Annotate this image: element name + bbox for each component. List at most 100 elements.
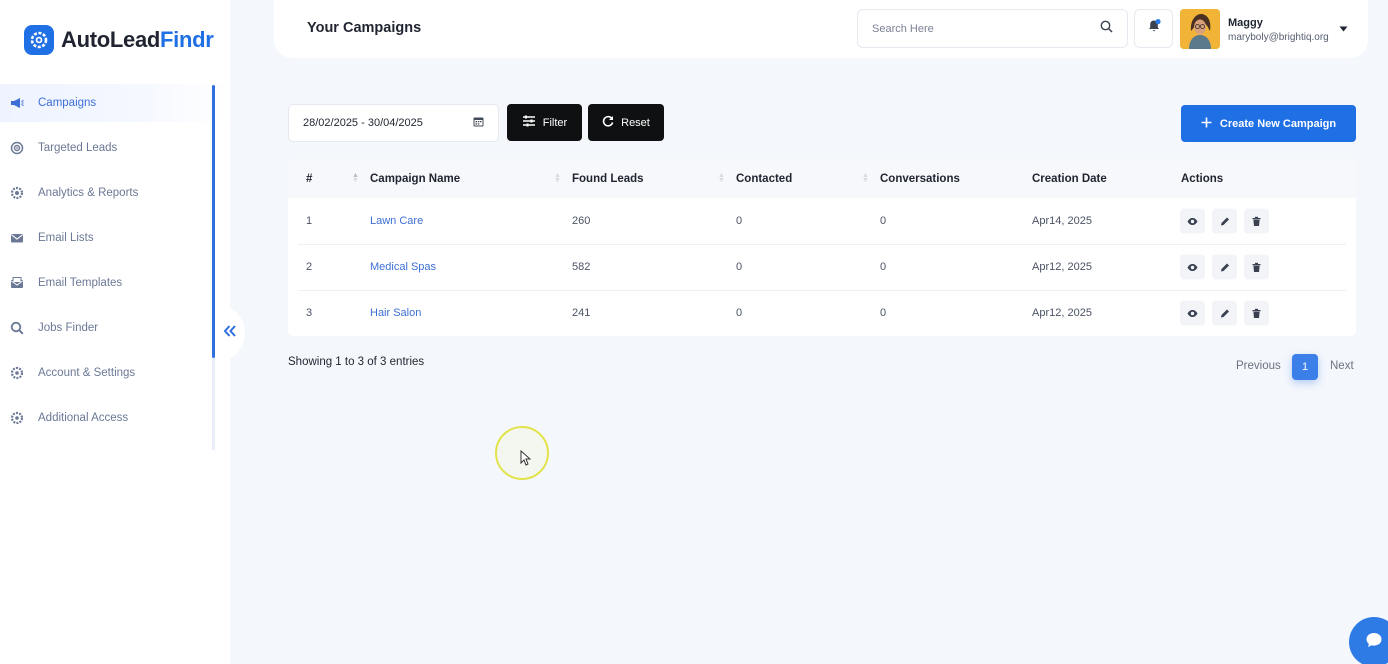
sidebar-nav: Campaigns Targeted Leads Analytics & Rep… — [0, 80, 230, 440]
bell-icon — [1146, 18, 1162, 39]
creation-date-value: Apr12, 2025 — [1032, 307, 1092, 319]
delete-trash-icon[interactable] — [1244, 208, 1269, 234]
campaign-name-link[interactable]: Hair Salon — [370, 307, 421, 319]
sort-icon[interactable]: ▲ ▼ — [862, 172, 869, 184]
settings-gear-icon — [10, 366, 24, 380]
col-header-creation-date[interactable]: Creation Date — [1032, 173, 1107, 185]
campaign-name-link[interactable]: Lawn Care — [370, 215, 423, 227]
row-number: 1 — [306, 215, 313, 227]
campaigns-table: # ▲ ▼ Campaign Name ▲ ▼ Found Leads ▲ ▼ Con… — [288, 158, 1356, 336]
table-row: 3 Hair Salon 241 0 0 Apr12, 2025 — [288, 290, 1356, 336]
sidebar-item-jobs-finder[interactable]: Jobs Finder — [0, 305, 230, 350]
brand-name: AutoLeadFindr — [61, 27, 214, 52]
col-header-conversations[interactable]: Conversations — [880, 173, 960, 185]
sort-icon[interactable]: ▲ ▼ — [352, 172, 359, 184]
chat-bubble-icon — [1365, 631, 1383, 654]
search-icon[interactable] — [1100, 20, 1113, 38]
search-input[interactable] — [872, 22, 1100, 35]
sidebar-item-label: Email Lists — [38, 231, 94, 244]
brand-logo[interactable]: AutoLeadFindr — [24, 25, 214, 55]
contacted-value: 0 — [736, 261, 743, 273]
sidebar-item-campaigns[interactable]: Campaigns — [0, 84, 230, 122]
table-row: 2 Medical Spas 582 0 0 Apr12, 2025 — [288, 244, 1356, 290]
found-leads-value: 260 — [572, 215, 591, 227]
row-number: 2 — [306, 261, 313, 273]
pagination-next[interactable]: Next — [1330, 360, 1354, 372]
pagination-page-current[interactable]: 1 — [1292, 354, 1318, 380]
create-label: Create New Campaign — [1219, 117, 1337, 130]
chat-support-button[interactable] — [1349, 617, 1388, 664]
sidebar-scroll-track — [212, 358, 215, 450]
view-eye-icon[interactable] — [1180, 254, 1205, 280]
search-magnifier-icon — [10, 321, 24, 335]
contacted-value: 0 — [736, 307, 743, 319]
top-header: Your Campaigns Maggy maryboly@brightiq.o… — [274, 0, 1368, 58]
sidebar-item-label: Additional Access — [38, 411, 129, 424]
sidebar-item-email-templates[interactable]: Email Templates — [0, 260, 230, 305]
sort-icon[interactable]: ▲ ▼ — [554, 172, 561, 184]
sidebar-item-label: Jobs Finder — [38, 321, 99, 334]
delete-trash-icon[interactable] — [1244, 254, 1269, 280]
table-header: # ▲ ▼ Campaign Name ▲ ▼ Found Leads ▲ ▼ Con… — [288, 158, 1356, 198]
edit-pencil-icon[interactable] — [1212, 254, 1237, 280]
refresh-icon — [602, 115, 614, 130]
creation-date-value: Apr14, 2025 — [1032, 215, 1092, 227]
sidebar-item-label: Targeted Leads — [38, 141, 118, 154]
row-actions — [1180, 208, 1269, 234]
view-eye-icon[interactable] — [1180, 208, 1205, 234]
target-icon — [10, 141, 24, 155]
sidebar-item-analytics[interactable]: Analytics & Reports — [0, 170, 230, 215]
megaphone-icon — [10, 96, 24, 110]
col-header-campaign-name[interactable]: Campaign Name — [370, 173, 460, 185]
filter-button[interactable]: Filter — [507, 104, 582, 141]
avatar — [1180, 9, 1220, 49]
col-header-contacted[interactable]: Contacted — [736, 173, 792, 185]
collapse-sidebar-button[interactable] — [215, 304, 245, 362]
row-actions — [1180, 300, 1269, 326]
plus-icon — [1201, 117, 1212, 131]
conversations-value: 0 — [880, 307, 887, 319]
user-email: maryboly@brightiq.org — [1228, 31, 1329, 43]
logo-gear-icon — [24, 25, 54, 55]
view-eye-icon[interactable] — [1180, 300, 1205, 326]
sidebar-item-additional-access[interactable]: Additional Access — [0, 395, 230, 440]
date-range-value: 28/02/2025 - 30/04/2025 — [303, 117, 423, 129]
sidebar-item-label: Account & Settings — [38, 366, 136, 379]
sort-icon[interactable]: ▲ ▼ — [718, 172, 725, 184]
calendar-icon — [473, 116, 484, 130]
page-title: Your Campaigns — [307, 20, 422, 36]
search-box — [857, 9, 1128, 48]
double-chevron-left-icon — [223, 324, 237, 342]
notifications-button[interactable] — [1134, 9, 1173, 48]
campaign-name-link[interactable]: Medical Spas — [370, 261, 436, 273]
envelope-template-icon — [10, 276, 24, 290]
sidebar-item-label: Analytics & Reports — [38, 186, 139, 199]
date-range-picker[interactable]: 28/02/2025 - 30/04/2025 — [288, 104, 499, 142]
conversations-value: 0 — [880, 215, 887, 227]
row-actions — [1180, 254, 1269, 280]
conversations-value: 0 — [880, 261, 887, 273]
sidebar-item-label: Campaigns — [38, 97, 97, 109]
sidebar-item-account-settings[interactable]: Account & Settings — [0, 350, 230, 395]
envelope-icon — [10, 231, 24, 245]
creation-date-value: Apr12, 2025 — [1032, 261, 1092, 273]
sidebar-item-email-lists[interactable]: Email Lists — [0, 215, 230, 260]
edit-pencil-icon[interactable] — [1212, 208, 1237, 234]
caret-down-icon[interactable] — [1339, 19, 1348, 37]
pagination-previous[interactable]: Previous — [1236, 360, 1281, 372]
edit-pencil-icon[interactable] — [1212, 300, 1237, 326]
entries-info: Showing 1 to 3 of 3 entries — [288, 356, 425, 368]
col-header-actions: Actions — [1181, 173, 1224, 185]
user-info: Maggy maryboly@brightiq.org — [1228, 16, 1329, 43]
reset-button[interactable]: Reset — [588, 104, 664, 141]
create-campaign-button[interactable]: Create New Campaign — [1181, 105, 1356, 142]
col-header-found-leads[interactable]: Found Leads — [572, 173, 644, 185]
col-header-number[interactable]: # — [306, 173, 312, 185]
user-menu[interactable]: Maggy maryboly@brightiq.org — [1180, 9, 1348, 49]
sidebar-item-targeted-leads[interactable]: Targeted Leads — [0, 125, 230, 170]
table-row: 1 Lawn Care 260 0 0 Apr14, 2025 — [288, 198, 1356, 244]
reset-label: Reset — [621, 116, 650, 129]
row-number: 3 — [306, 307, 313, 319]
delete-trash-icon[interactable] — [1244, 300, 1269, 326]
user-name: Maggy — [1228, 16, 1263, 29]
